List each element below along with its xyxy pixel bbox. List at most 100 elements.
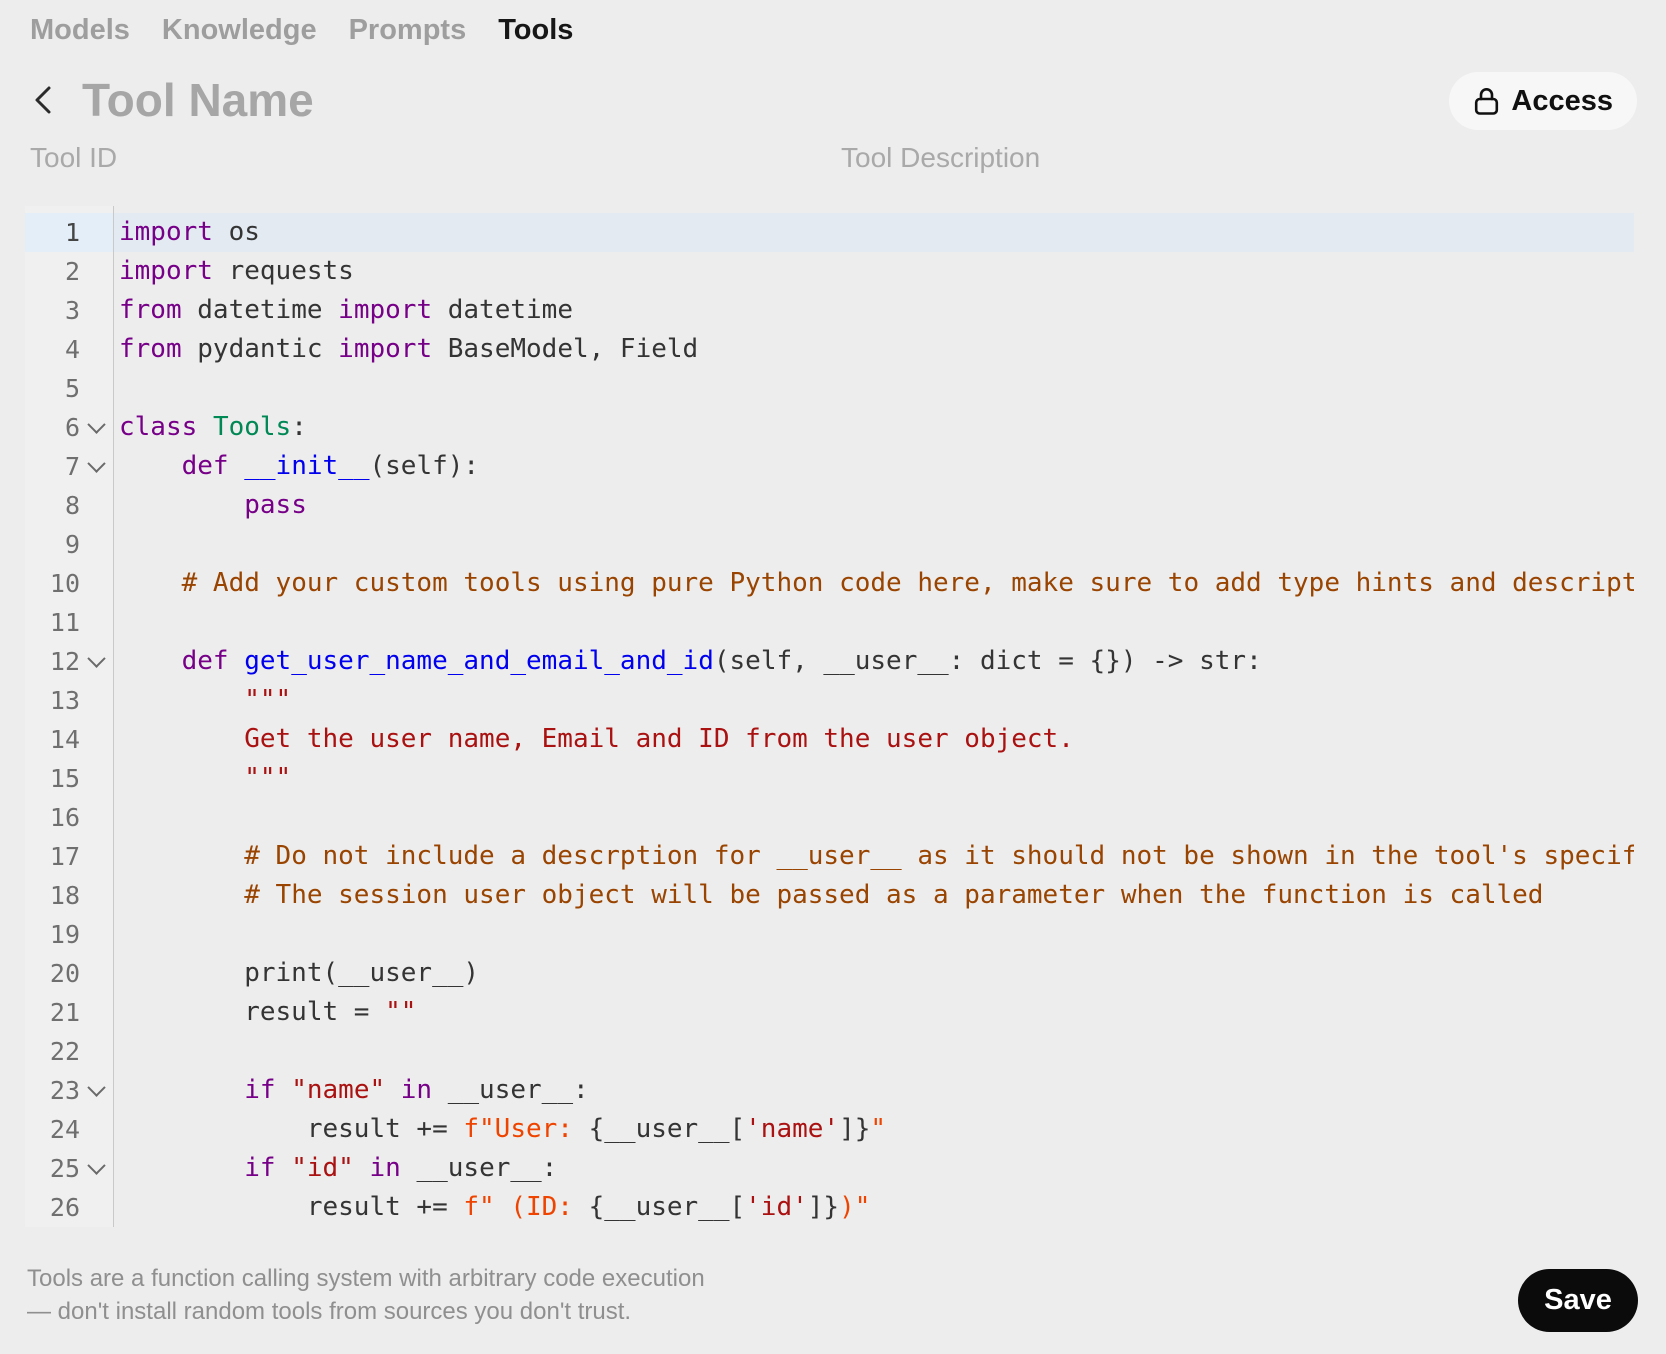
code-line-text[interactable]: result = "" [114,993,1634,1032]
code-line-4[interactable]: 4 from pydantic import BaseModel, Field [25,330,1634,369]
access-button[interactable]: Access [1449,72,1637,130]
fold-toggle[interactable] [80,1156,112,1175]
tool-id-input[interactable] [30,136,811,180]
line-number: 3 [64,296,80,325]
code-line-10[interactable]: 10 # Add your custom tools using pure Py… [25,564,1634,603]
code-line-text[interactable]: print(__user__) [114,954,1634,993]
code-line-text[interactable]: result += f" (ID: {__user__['id']})" [114,1188,1634,1227]
line-number: 11 [49,608,80,637]
code-line-2[interactable]: 2 import requests [25,252,1634,291]
code-line-text[interactable] [114,915,1634,954]
save-button-label: Save [1544,1284,1612,1316]
code-line-13[interactable]: 13 """ [25,681,1634,720]
line-number: 4 [64,335,80,364]
code-line-text[interactable]: import os [114,213,1634,252]
chevron-left-icon [30,83,56,117]
tab-prompts[interactable]: Prompts [349,14,467,47]
editor-gutter-cell: 22 [25,1032,114,1071]
code-line-16[interactable]: 16 [25,798,1634,837]
code-line-text[interactable]: """ [114,759,1634,798]
code-line-18[interactable]: 18 # The session user object will be pas… [25,876,1634,915]
code-line-text[interactable]: pass [114,486,1634,525]
lock-icon [1473,86,1500,116]
code-line-15[interactable]: 15 """ [25,759,1634,798]
code-line-7[interactable]: 7 def __init__(self): [25,447,1634,486]
code-line-20[interactable]: 20 print(__user__) [25,954,1634,993]
workspace-tabs: Models Knowledge Prompts Tools [30,14,573,47]
code-line-22[interactable]: 22 [25,1032,1634,1071]
code-line-text[interactable]: Get the user name, Email and ID from the… [114,720,1634,759]
tool-description-input[interactable] [841,136,1636,180]
fold-toggle[interactable] [80,1078,112,1097]
tab-models[interactable]: Models [30,14,130,47]
code-line-21[interactable]: 21 result = "" [25,993,1634,1032]
line-number: 15 [49,764,80,793]
code-line-1[interactable]: 1 import os [25,213,1634,252]
code-line-text[interactable] [114,525,1634,564]
code-line-26[interactable]: 26 result += f" (ID: {__user__['id']})" [25,1188,1634,1227]
editor-gutter-cell: 11 [25,603,114,642]
back-button[interactable] [30,75,74,125]
line-number: 9 [64,530,80,559]
code-line-text[interactable]: def get_user_name_and_email_and_id(self,… [114,642,1634,681]
code-line-text[interactable] [114,798,1634,837]
editor-gutter-cell: 17 [25,837,114,876]
fold-toggle[interactable] [80,649,112,668]
code-line-text[interactable]: from datetime import datetime [114,291,1634,330]
editor-gutter-cell: 14 [25,720,114,759]
access-button-label: Access [1511,84,1613,117]
chevron-down-icon [86,1078,106,1097]
editor-gutter-cell [25,206,114,213]
fold-toggle[interactable] [80,415,112,434]
code-line-text[interactable]: # Add your custom tools using pure Pytho… [114,564,1634,603]
code-line-text[interactable]: # The session user object will be passed… [114,876,1634,915]
code-line-24[interactable]: 24 result += f"User: {__user__['name']}" [25,1110,1634,1149]
code-line-8[interactable]: 8 pass [25,486,1634,525]
editor-gutter-cell: 5 [25,369,114,408]
tab-tools[interactable]: Tools [498,14,573,47]
code-line-text[interactable]: if "id" in __user__: [114,1149,1634,1188]
code-line-text[interactable]: def __init__(self): [114,447,1634,486]
fold-toggle[interactable] [80,454,112,473]
code-editor[interactable]: 1 import os 2 import requests 3 from datetime… [25,206,1634,1227]
code-line-text[interactable]: from pydantic import BaseModel, Field [114,330,1634,369]
editor-gutter-cell: 21 [25,993,114,1032]
editor-gutter-cell: 18 [25,876,114,915]
line-number: 10 [49,569,80,598]
code-line-3[interactable]: 3 from datetime import datetime [25,291,1634,330]
code-line-text[interactable]: # Do not include a descrption for __user… [114,837,1634,876]
editor-gutter-cell: 9 [25,525,114,564]
code-line-9[interactable]: 9 [25,525,1634,564]
line-number: 17 [49,842,80,871]
code-line-19[interactable]: 19 [25,915,1634,954]
line-number: 24 [49,1115,80,1144]
line-number: 2 [64,257,80,286]
editor-gutter-cell: 12 [25,642,114,681]
tool-header [30,68,1466,132]
tab-knowledge[interactable]: Knowledge [162,14,317,47]
tool-name-input[interactable] [74,73,1466,127]
editor-gutter-cell: 4 [25,330,114,369]
code-line-text[interactable] [114,369,1634,408]
editor-gutter-cell: 19 [25,915,114,954]
code-line-text[interactable]: if "name" in __user__: [114,1071,1634,1110]
code-line-text[interactable]: """ [114,681,1634,720]
editor-gutter-cell: 23 [25,1071,114,1110]
code-line-text[interactable]: import requests [114,252,1634,291]
code-line-text[interactable]: result += f"User: {__user__['name']}" [114,1110,1634,1149]
code-line-text[interactable] [114,1032,1634,1071]
code-line-12[interactable]: 12 def get_user_name_and_email_and_id(se… [25,642,1634,681]
code-line-25[interactable]: 25 if "id" in __user__: [25,1149,1634,1188]
code-line-5[interactable]: 5 [25,369,1634,408]
code-line-text[interactable]: class Tools: [114,408,1634,447]
editor-gutter-cell: 26 [25,1188,114,1227]
code-line-14[interactable]: 14 Get the user name, Email and ID from … [25,720,1634,759]
code-line-23[interactable]: 23 if "name" in __user__: [25,1071,1634,1110]
code-line-text[interactable] [114,603,1634,642]
save-button[interactable]: Save [1518,1269,1638,1332]
code-line-6[interactable]: 6 class Tools: [25,408,1634,447]
line-number: 6 [64,413,80,442]
tools-warning-line2: — don't install random tools from source… [27,1298,632,1325]
code-line-17[interactable]: 17 # Do not include a descrption for __u… [25,837,1634,876]
code-line-11[interactable]: 11 [25,603,1634,642]
